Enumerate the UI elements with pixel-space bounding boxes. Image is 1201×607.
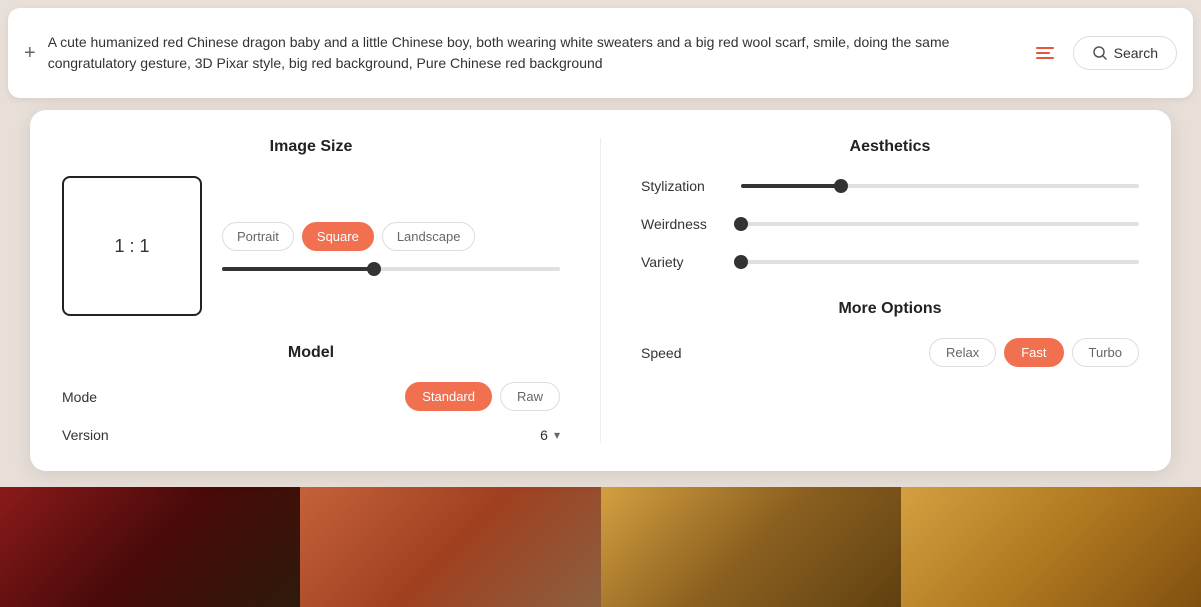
- prompt-text: A cute humanized red Chinese dragon baby…: [48, 32, 1013, 74]
- size-slider-thumb[interactable]: [367, 262, 381, 276]
- version-select[interactable]: 6 ▾: [540, 427, 560, 443]
- image-size-area: 1 : 1 Portrait Square Landscape: [62, 176, 560, 316]
- more-options-section: More Options Speed Relax Fast Turbo: [641, 300, 1139, 367]
- main-panel: Image Size 1 : 1 Portrait Square Landsca…: [30, 110, 1171, 471]
- chevron-down-icon: ▾: [554, 428, 560, 442]
- weirdness-row: Weirdness: [641, 214, 1139, 234]
- left-section: Image Size 1 : 1 Portrait Square Landsca…: [62, 138, 601, 443]
- image-size-title: Image Size: [62, 138, 560, 156]
- mode-buttons: Standard Raw: [405, 382, 560, 411]
- bg-panel-1: [0, 487, 300, 607]
- version-value: 6: [540, 427, 548, 443]
- stylization-track: [741, 184, 1139, 188]
- version-row: Version 6 ▾: [62, 427, 560, 443]
- more-options-title: More Options: [641, 300, 1139, 318]
- weirdness-track: [741, 222, 1139, 226]
- search-button[interactable]: Search: [1073, 36, 1177, 70]
- orientation-buttons: Portrait Square Landscape: [222, 222, 560, 251]
- stylization-row: Stylization: [641, 176, 1139, 196]
- square-button[interactable]: Square: [302, 222, 374, 251]
- variety-label: Variety: [641, 254, 741, 270]
- relax-button[interactable]: Relax: [929, 338, 996, 367]
- speed-label: Speed: [641, 345, 681, 361]
- bg-panel-4: [901, 487, 1201, 607]
- fast-button[interactable]: Fast: [1004, 338, 1063, 367]
- speed-row: Speed Relax Fast Turbo: [641, 338, 1139, 367]
- weirdness-label: Weirdness: [641, 216, 741, 232]
- variety-thumb[interactable]: [734, 255, 748, 269]
- landscape-button[interactable]: Landscape: [382, 222, 476, 251]
- bg-panel-3: [601, 487, 901, 607]
- mode-label: Mode: [62, 389, 97, 405]
- background-panels: [0, 487, 1201, 607]
- model-section: Model Mode Standard Raw Version 6 ▾: [62, 344, 560, 443]
- speed-buttons: Relax Fast Turbo: [929, 338, 1139, 367]
- aspect-ratio-box: 1 : 1: [62, 176, 202, 316]
- size-slider-fill: [222, 267, 374, 271]
- stylization-label: Stylization: [641, 178, 741, 194]
- raw-button[interactable]: Raw: [500, 382, 560, 411]
- size-slider-container[interactable]: [222, 267, 560, 271]
- bg-panel-2: [300, 487, 600, 607]
- search-icon: [1092, 45, 1108, 61]
- model-title: Model: [62, 344, 560, 362]
- variety-track: [741, 260, 1139, 264]
- top-bar: + A cute humanized red Chinese dragon ba…: [8, 8, 1193, 98]
- aesthetics-title: Aesthetics: [641, 138, 1139, 156]
- variety-slider[interactable]: [741, 252, 1139, 272]
- add-button[interactable]: +: [24, 42, 36, 65]
- filter-icon: [1036, 47, 1054, 59]
- aesthetics-section: Aesthetics Stylization Weirdness: [641, 138, 1139, 272]
- version-label: Version: [62, 427, 109, 443]
- stylization-thumb[interactable]: [834, 179, 848, 193]
- top-bar-actions: Search: [1025, 33, 1177, 73]
- right-section: Aesthetics Stylization Weirdness: [601, 138, 1139, 443]
- weirdness-thumb[interactable]: [734, 217, 748, 231]
- filter-button[interactable]: [1025, 33, 1065, 73]
- size-controls: Portrait Square Landscape: [222, 222, 560, 271]
- turbo-button[interactable]: Turbo: [1072, 338, 1139, 367]
- weirdness-slider[interactable]: [741, 214, 1139, 234]
- portrait-button[interactable]: Portrait: [222, 222, 294, 251]
- stylization-fill: [741, 184, 841, 188]
- standard-button[interactable]: Standard: [405, 382, 492, 411]
- stylization-slider[interactable]: [741, 176, 1139, 196]
- search-label: Search: [1114, 45, 1158, 61]
- mode-row: Mode Standard Raw: [62, 382, 560, 411]
- variety-row: Variety: [641, 252, 1139, 272]
- size-slider-track[interactable]: [222, 267, 560, 271]
